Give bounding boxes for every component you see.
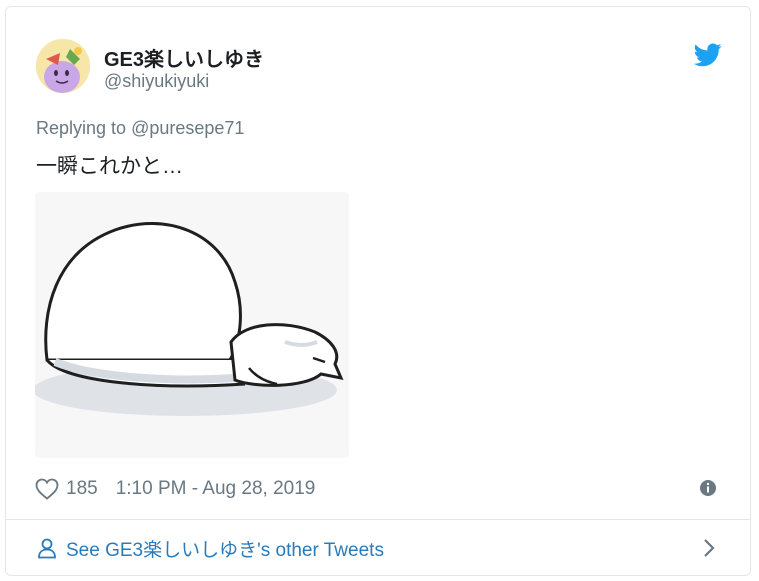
tweet-meta: 185 1:10 PM - Aug 28, 2019 bbox=[35, 475, 315, 503]
reply-to-mention[interactable]: @puresepe71 bbox=[131, 118, 244, 138]
chevron-right-icon[interactable] bbox=[702, 538, 716, 558]
person-icon bbox=[38, 538, 56, 559]
see-other-tweets-link[interactable]: See GE3楽しいしゆき's other Tweets bbox=[6, 520, 750, 576]
user-handle[interactable]: @shiyukiyuki bbox=[104, 71, 209, 92]
display-name[interactable]: GE3楽しいしゆき bbox=[104, 43, 264, 72]
avatar[interactable] bbox=[36, 39, 90, 93]
twitter-bird-icon[interactable] bbox=[693, 43, 722, 67]
tweet-media-image[interactable] bbox=[35, 192, 349, 458]
like-count[interactable]: 185 bbox=[66, 478, 98, 500]
heart-icon[interactable] bbox=[35, 478, 59, 500]
embedded-tweet-card: GE3楽しいしゆき @shiyukiyuki Replying to @pure… bbox=[5, 6, 751, 576]
reply-context: Replying to @puresepe71 bbox=[36, 118, 244, 139]
info-icon[interactable] bbox=[699, 479, 717, 497]
tweet-text: 一瞬これかと… bbox=[36, 155, 183, 178]
see-other-tweets-label[interactable]: See GE3楽しいしゆき's other Tweets bbox=[66, 535, 384, 562]
reply-prefix: Replying to bbox=[36, 118, 132, 138]
tweet-timestamp[interactable]: 1:10 PM - Aug 28, 2019 bbox=[116, 478, 316, 500]
